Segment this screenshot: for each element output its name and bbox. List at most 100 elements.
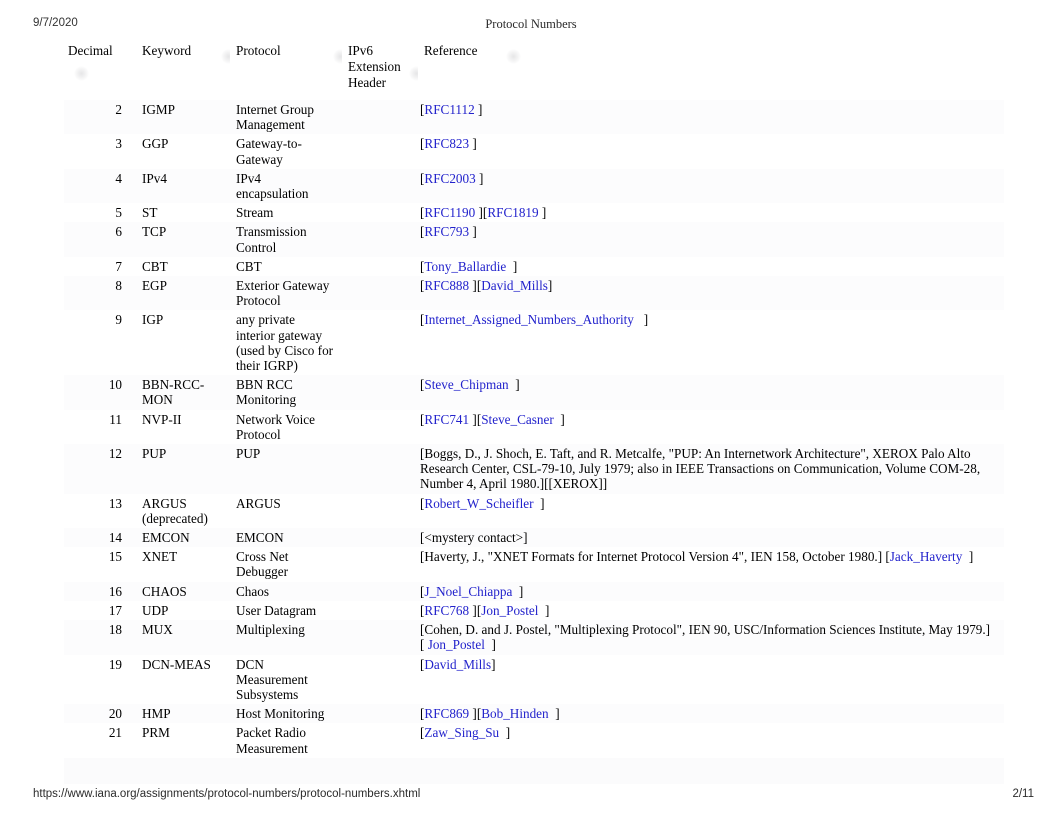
cell-keyword: EGP [136,276,230,311]
column-header-decimal[interactable]: Decimal [64,36,136,100]
reference-link[interactable]: RFC768 [424,603,469,618]
sort-icon-reference[interactable] [506,49,521,64]
reference-text: ] [633,312,649,328]
cell-reference: [David_Mills] [418,655,1004,705]
protocol-numbers-table: Decimal Keyword Protocol IPv6 Extension … [64,36,1004,784]
table-row: 19 DCN-MEAS DCN Measurement Subsystems [Dav… [64,655,1004,705]
reference-link[interactable]: RFC1819 [487,205,538,220]
cell-protocol: Packet Radio Measurement [236,725,308,756]
cell-reference: [RFC793 ] [418,222,1004,257]
cell-reference: [Boggs, D., J. Shoch, E. Taft, and R. Me… [418,444,1004,494]
table-row: 4 IPv4 IPv4 encapsulation [RFC2003 ] [64,168,1004,204]
cell-decimal: 13 [108,495,122,511]
cell-reference: [RFC1190 ][RFC1819 ] [418,203,1004,222]
cell-ipv6-extension-header [342,601,418,620]
table-row: 8 EGP Exterior Gateway Protocol [RFC888 ][D… [64,276,1004,311]
cell-protocol: IPv4 encapsulation [230,168,342,204]
table-row: 2 IGMP Internet Group Management [RFC1112 ] [64,100,1004,135]
reference-text: ] [474,102,483,117]
reference-link[interactable]: J_Noel_Chiappa [424,584,512,599]
reference-link[interactable]: RFC741 [424,412,469,427]
table-tail-cell [418,757,1004,784]
reference-link[interactable]: Jon_Postel [428,637,485,652]
cell-keyword: IGP [142,312,164,328]
reference-link[interactable]: Bob_Hinden [481,706,548,721]
column-header-keyword[interactable]: Keyword [136,36,236,100]
reference-link[interactable]: Jack_Haverty [890,549,963,564]
cell-ipv6-extension-header [342,410,418,444]
reference-text: [Cohen, D. and J. Postel, "Multiplexing … [420,622,991,653]
table-header: Decimal Keyword Protocol IPv6 Extension … [64,36,1004,100]
reference-text: ] [512,583,524,599]
cell-reference: [RFC869 ][Bob_Hinden ] [418,704,1004,724]
table-tail-row [64,757,1004,784]
cell-protocol: BBN RCC Monitoring [230,375,342,410]
cell-reference: [RFC823 ] [418,134,1004,168]
cell-keyword: XNET [142,549,178,565]
column-header-keyword-label: Keyword [142,43,192,58]
reference-text: ] [553,411,565,427]
column-header-reference[interactable]: Reference [418,36,1004,100]
reference-link[interactable]: RFC888 [424,278,469,293]
reference-link[interactable]: David_Mills [481,278,548,293]
column-header-protocol[interactable]: Protocol [230,36,348,100]
cell-decimal: 15 [108,549,122,565]
cell-keyword: IGMP [136,100,230,135]
cell-decimal: 19 [108,656,122,672]
cell-decimal: 20 [64,704,136,724]
table-row: 11 NVP-II Network Voice Protocol [RFC741 ][… [64,410,1004,444]
cell-reference: [Steve_Chipman ] [418,375,1004,410]
cell-keyword: GGP [142,136,169,152]
cell-decimal: 14 [64,528,136,548]
table-header-row: Decimal Keyword Protocol IPv6 Extension … [64,36,1004,100]
cell-decimal: 10 [64,375,136,410]
reference-link[interactable]: Steve_Casner [481,412,554,427]
column-header-reference-label: Reference [424,43,478,58]
print-footer: https://www.iana.org/assignments/protoco… [0,788,1062,804]
reference-link[interactable]: David_Mills [424,657,491,672]
page-number: 2/11 [1012,788,1034,800]
cell-decimal: 17 [108,602,122,618]
reference-link[interactable]: Zaw_Sing_Su [424,725,499,740]
reference-link[interactable]: Robert_W_Scheifler [424,496,533,511]
reference-link[interactable]: RFC2003 [424,171,475,186]
table-row: 6 TCP Transmission Control [RFC793 ] [64,222,1004,257]
cell-reference: [RFC1112 ] [418,100,1004,135]
reference-link[interactable]: Steve_Chipman [424,377,508,392]
table-row: 9 IGP any private interior gateway (used b… [64,310,1004,375]
reference-text: ] [547,278,553,294]
reference-link[interactable]: RFC1190 [424,205,475,220]
column-header-ipv6-extension-header[interactable]: IPv6 Extension Header [342,36,424,100]
cell-ipv6-extension-header [342,203,418,222]
reference-text: [<mystery contact>] [420,530,528,546]
reference-text: ][ [469,278,482,294]
reference-link[interactable]: Jon_Postel [481,603,538,618]
reference-link[interactable]: RFC869 [424,706,469,721]
reference-text: [Boggs, D., J. Shoch, E. Taft, and R. Me… [420,446,981,492]
print-header: 9/7/2020 Protocol Numbers [0,17,1062,33]
cell-ipv6-extension-header [342,134,418,168]
cell-decimal: 9 [115,312,122,328]
reference-text: ] [962,549,974,565]
table-row: 16 CHAOS Chaos [J_Noel_Chiappa ] [64,581,1004,601]
cell-reference: [Haverty, J., "XNET Formats for Internet… [418,547,1004,581]
cell-keyword: TCP [136,222,230,257]
table-body: 2 IGMP Internet Group Management [RFC1112 ]… [64,100,1004,784]
cell-decimal: 7 [115,258,122,274]
table-row: 15 XNET Cross Net Debugger [Haverty, J., "X… [64,547,1004,581]
cell-keyword: UDP [142,602,169,618]
reference-text: ] [533,495,545,511]
cell-protocol: any private interior gateway (used by Ci… [236,312,334,374]
cell-protocol: Internet Group Management [230,100,342,135]
cell-keyword: HMP [136,704,230,724]
reference-link[interactable]: Tony_Ballardie [424,259,506,274]
cell-ipv6-extension-header [342,494,418,528]
sort-icon-decimal[interactable] [74,66,89,81]
reference-link[interactable]: RFC1112 [424,102,474,117]
reference-text: ] [469,224,477,240]
reference-link[interactable]: RFC793 [424,224,469,239]
reference-link[interactable]: Internet_Assigned_Numbers_Authority [424,312,634,327]
table-row: 14 EMCON EMCON [<mystery contact>] [64,528,1004,548]
reference-link[interactable]: RFC823 [424,136,469,151]
reference-text: ] [506,258,518,274]
